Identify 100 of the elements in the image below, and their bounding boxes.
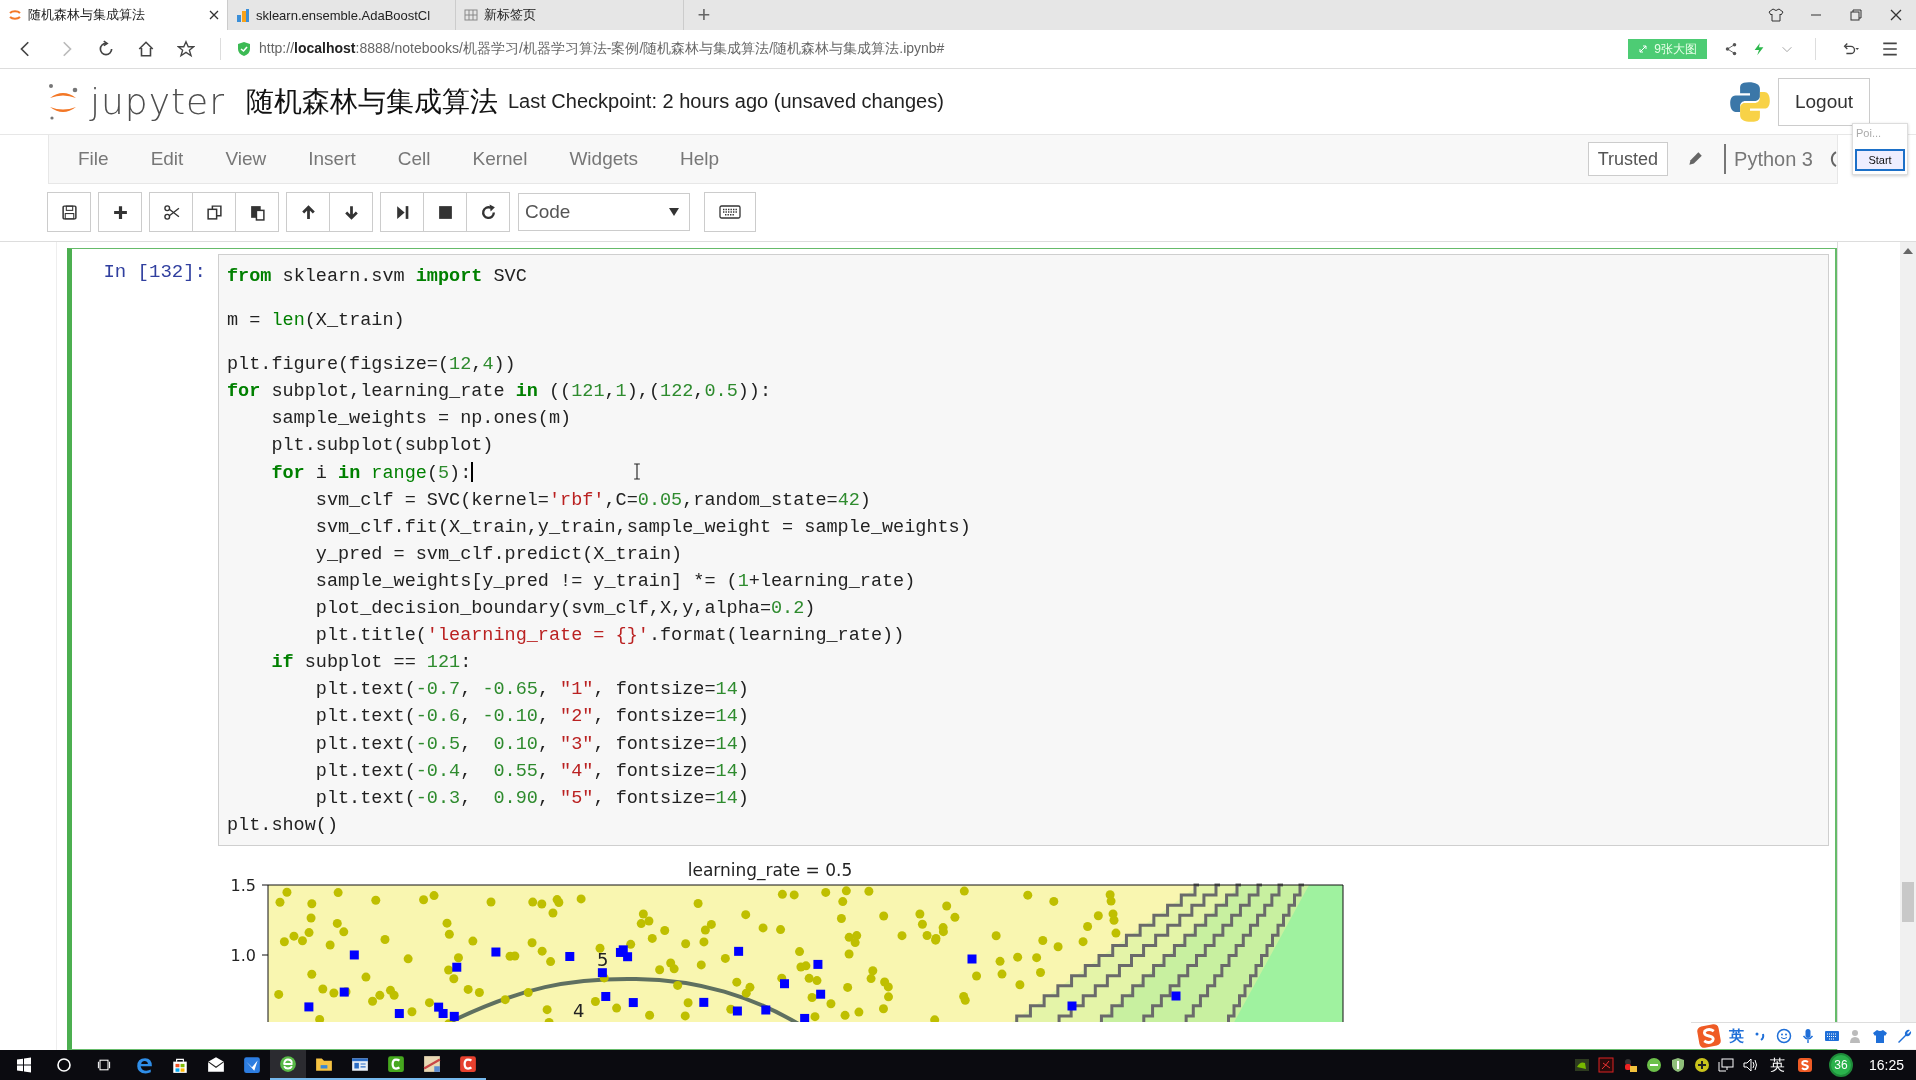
popup-label: Poi... — [1855, 127, 1882, 139]
close-icon[interactable] — [1888, 7, 1904, 23]
browser-icon — [279, 1055, 297, 1073]
shield-icon — [237, 41, 251, 57]
volume-icon[interactable] — [1741, 1057, 1758, 1073]
code-line: plt.subplot(subplot) — [270, 434, 494, 459]
menu-item[interactable]: File — [57, 135, 130, 183]
input-mode-label[interactable]: 英 — [1729, 1026, 1744, 1046]
plus-circle-icon[interactable] — [1693, 1057, 1710, 1073]
clock[interactable]: 16:25 — [1868, 1057, 1904, 1073]
scrollbar-thumb[interactable] — [1902, 882, 1914, 922]
grid-icon — [464, 8, 478, 22]
minus-circle-icon[interactable] — [1645, 1057, 1662, 1073]
menu-item[interactable]: Edit — [129, 135, 205, 183]
menu-item[interactable]: Widgets — [548, 135, 660, 183]
shield-icon[interactable] — [1669, 1057, 1686, 1073]
jupyter-icon — [8, 8, 22, 22]
code-line: if subplot == 121: — [270, 651, 472, 676]
restore-icon[interactable] — [1848, 7, 1864, 23]
kernel-name: Python 3 — [1734, 147, 1813, 171]
notification-badge[interactable]: 36 — [1828, 1053, 1853, 1077]
wrench-icon[interactable] — [1896, 1028, 1912, 1044]
copy-icon — [205, 203, 223, 221]
copy-button[interactable] — [192, 192, 236, 232]
task-view-icon[interactable] — [96, 1057, 112, 1073]
envelope-icon — [207, 1056, 225, 1074]
plus-icon — [111, 203, 129, 221]
map-icon — [423, 1055, 441, 1073]
code-line: from sklearn.svm import SVC — [227, 265, 527, 289]
code-line: for subplot,learning_rate in ((121,1),(122,0.5)): — [227, 380, 772, 405]
new-tab-button[interactable]: + — [684, 0, 724, 30]
code-line: plt.show() — [227, 813, 339, 838]
paste-button[interactable] — [235, 192, 279, 232]
cell-type-dropdown[interactable]: Code — [518, 193, 690, 231]
checkpoint-status: Last Checkpoint: 2 hours ago (unsaved changes) — [508, 90, 944, 113]
code-line: plt.text(-0.6, -0.10, "2", fontsize=14) — [314, 705, 749, 730]
keyboard-button[interactable] — [704, 192, 756, 232]
keyboard-icon[interactable] — [1824, 1028, 1840, 1044]
store-icon — [171, 1056, 189, 1074]
sogou-s-icon[interactable] — [1796, 1057, 1813, 1073]
menu-item[interactable]: Cell — [376, 135, 452, 183]
windows-start-icon[interactable] — [16, 1057, 32, 1073]
code-line: plt.text(-0.5, 0.10, "3", fontsize=14) — [314, 732, 749, 757]
arrow-up-icon — [299, 203, 317, 221]
bird-icon — [243, 1056, 261, 1074]
code-line: plot_decision_boundary(svm_clf,X,y,alpha=0.2) — [314, 597, 816, 622]
star-icon[interactable] — [177, 40, 195, 58]
menu-item[interactable]: Insert — [287, 135, 377, 183]
stop-button[interactable] — [423, 192, 467, 232]
search-icon[interactable] — [56, 1057, 72, 1073]
trusted-indicator[interactable]: Trusted — [1587, 142, 1669, 176]
run-button[interactable] — [380, 192, 424, 232]
shirt-icon[interactable] — [1872, 1028, 1888, 1044]
graphics-card-icon[interactable] — [1573, 1057, 1590, 1073]
input-prompt: In [132]: — [102, 260, 207, 285]
code-line: plt.text(-0.7, -0.65, "1", fontsize=14) — [314, 678, 749, 703]
home-icon[interactable] — [137, 40, 155, 58]
taskbar-app[interactable] — [270, 1050, 306, 1080]
scrollbar[interactable] — [1900, 242, 1916, 1050]
menu-item[interactable]: Kernel — [451, 135, 549, 183]
scroll-up-icon[interactable] — [1903, 248, 1913, 254]
code-editor[interactable] — [218, 254, 1829, 846]
down-button[interactable] — [329, 192, 373, 232]
start-button[interactable]: Start — [1855, 149, 1905, 171]
letter-c-icon — [459, 1055, 477, 1073]
menu-icon[interactable] — [1881, 40, 1899, 58]
network-icon[interactable] — [1717, 1057, 1734, 1073]
restart-button[interactable] — [466, 192, 510, 232]
logout-button[interactable]: Logout — [1778, 77, 1870, 126]
lightning-icon[interactable] — [1752, 42, 1766, 56]
python-logo-icon — [1728, 79, 1772, 124]
browser-tab[interactable]: 新标签页 — [456, 0, 684, 30]
pdf-icon[interactable] — [1597, 1057, 1614, 1073]
save-button[interactable] — [47, 192, 91, 232]
code-line: plt.text(-0.4, 0.55, "4", fontsize=14) — [314, 759, 749, 784]
smiley-icon[interactable] — [1776, 1028, 1792, 1044]
annotation-label: 4 — [573, 999, 585, 1021]
code-line: for i in range(5): — [270, 460, 473, 486]
browser-tab[interactable]: 随机森林与集成算法 — [0, 0, 228, 30]
menu-item[interactable]: View — [204, 135, 288, 183]
edge-browser-icon — [135, 1056, 153, 1074]
notebook-title[interactable]: 随机森林与集成算法 — [246, 82, 498, 121]
up-button[interactable] — [286, 192, 330, 232]
bar-chart-icon — [236, 8, 250, 22]
reload-icon[interactable] — [97, 40, 115, 58]
menu-item[interactable]: Help — [659, 135, 741, 183]
cut-button[interactable] — [149, 192, 193, 232]
pencil-icon[interactable] — [1686, 150, 1705, 168]
expand-icon — [1638, 44, 1649, 54]
share-icon[interactable] — [1724, 42, 1738, 56]
close-icon[interactable] — [209, 10, 219, 20]
code-line: sample_weights = np.ones(m) — [270, 407, 572, 432]
microphone-icon[interactable] — [1800, 1028, 1816, 1044]
window-icon — [351, 1055, 369, 1073]
input-mode-label[interactable]: 英 — [1769, 1055, 1785, 1075]
stop-icon — [436, 203, 454, 221]
shirt-icon[interactable] — [1768, 7, 1784, 23]
browser-tab[interactable]: sklearn.ensemble.AdaBoostCl — [228, 0, 456, 30]
url-field[interactable]: http://localhost:8888/notebooks/机器学习/机器学习算法-案例/随机森林与集成算法/随机森林与集成算法.ipynb# — [259, 40, 945, 58]
add-button[interactable] — [98, 192, 142, 232]
